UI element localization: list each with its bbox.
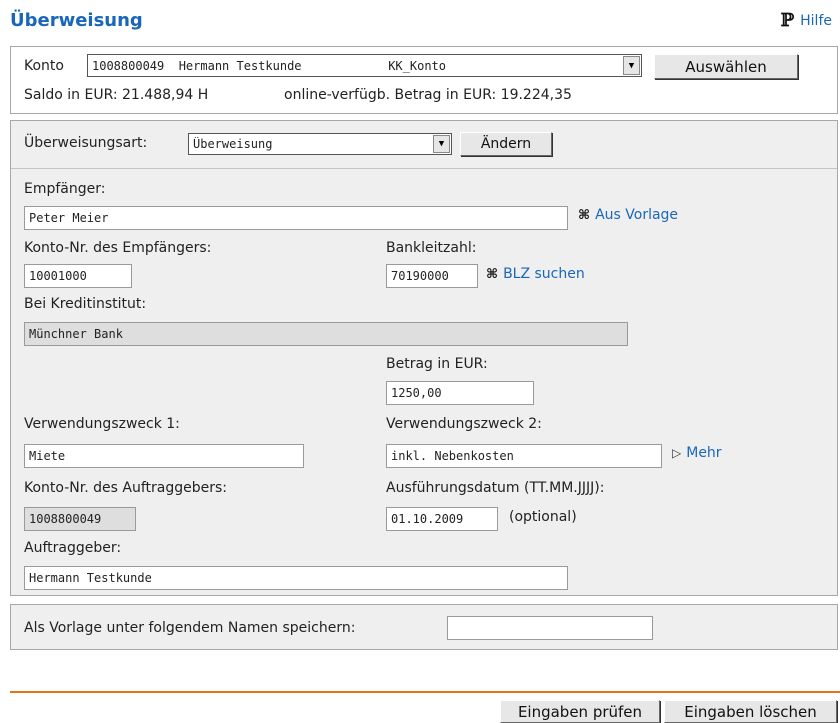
bank-code-label: Bankleitzahl: xyxy=(386,240,477,256)
binoculars-icon: ⌘ xyxy=(486,266,499,282)
triangle-right-icon: ▷ xyxy=(672,446,682,460)
purpose2-input[interactable]: inkl. Nebenkosten xyxy=(386,444,662,468)
sender-account-field: 1008800049 xyxy=(24,507,136,531)
transfer-type-label: Überweisungsart: xyxy=(24,135,148,151)
template-link[interactable]: ⌘ Aus Vorlage xyxy=(578,207,678,223)
institution-label: Bei Kreditinstitut: xyxy=(24,296,147,312)
footer-divider xyxy=(10,691,840,693)
binoculars-icon: ⌘ xyxy=(578,207,591,223)
purpose1-label: Verwendungszweck 1: xyxy=(24,416,180,432)
more-link[interactable]: ▷ Mehr xyxy=(672,445,722,461)
panel-divider xyxy=(11,168,837,169)
purpose1-input[interactable]: Miete xyxy=(24,444,304,468)
chevron-down-icon[interactable]: ▼ xyxy=(433,135,450,153)
available-amount-text: online-verfügb. Betrag in EUR: 19.224,35 xyxy=(284,87,572,103)
sender-account-label: Konto-Nr. des Auftraggebers: xyxy=(24,480,227,496)
recipient-account-label: Konto-Nr. des Empfängers: xyxy=(24,240,212,256)
account-label: Konto xyxy=(24,58,64,74)
execution-date-input[interactable]: 01.10.2009 xyxy=(386,507,498,531)
chevron-down-icon[interactable]: ▼ xyxy=(623,56,640,75)
change-type-button[interactable]: Ändern xyxy=(460,132,552,156)
transfer-type-select[interactable]: Überweisung ▼ xyxy=(188,133,452,155)
transfer-type-value: Überweisung xyxy=(193,137,273,151)
sender-input[interactable]: Hermann Testkunde xyxy=(24,566,568,590)
help-icon: ℙ xyxy=(780,10,795,31)
recipient-account-input[interactable]: 10001000 xyxy=(24,264,132,288)
page-title: Überweisung xyxy=(10,10,143,31)
blz-search-label: BLZ suchen xyxy=(503,266,585,282)
recipient-input[interactable]: Peter Meier xyxy=(24,206,568,230)
amount-label: Betrag in EUR: xyxy=(386,356,488,372)
recipient-label: Empfänger: xyxy=(24,181,106,197)
clear-inputs-button[interactable]: Eingaben löschen xyxy=(664,700,837,723)
help-link[interactable]: ℙ Hilfe xyxy=(781,10,832,31)
blz-search-link[interactable]: ⌘ BLZ suchen xyxy=(486,266,585,282)
institution-field: Münchner Bank xyxy=(24,322,628,346)
template-link-label: Aus Vorlage xyxy=(595,207,679,223)
account-select-value: 1008800049 Hermann Testkunde KK_Konto xyxy=(92,58,447,73)
execution-date-label: Ausführungsdatum (TT.MM.JJJJ): xyxy=(386,480,605,496)
purpose2-label: Verwendungszweck 2: xyxy=(386,416,542,432)
more-link-label: Mehr xyxy=(686,445,722,461)
help-label: Hilfe xyxy=(800,12,832,29)
bank-code-input[interactable]: 70190000 xyxy=(386,264,478,288)
check-inputs-button[interactable]: Eingaben prüfen xyxy=(500,700,660,723)
account-select[interactable]: 1008800049 Hermann Testkunde KK_Konto ▼ xyxy=(87,54,642,77)
sender-label: Auftraggeber: xyxy=(24,540,122,556)
select-account-button[interactable]: Auswählen xyxy=(654,54,798,79)
save-template-label: Als Vorlage unter folgendem Namen speich… xyxy=(24,620,356,636)
amount-input[interactable]: 1250,00 xyxy=(386,381,534,405)
balance-text: Saldo in EUR: 21.488,94 H xyxy=(24,87,209,103)
save-template-input[interactable] xyxy=(447,616,653,640)
optional-note: (optional) xyxy=(509,509,577,525)
